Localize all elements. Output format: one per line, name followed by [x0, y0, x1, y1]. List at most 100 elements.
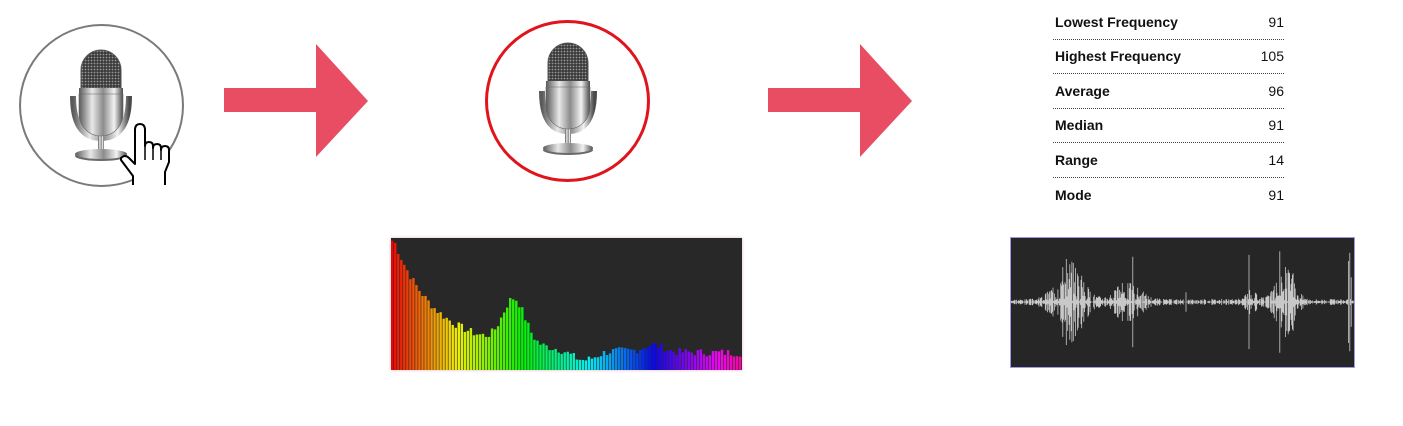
spectrum-bar: [406, 270, 409, 370]
spectrum-bar: [614, 348, 618, 370]
spectrum-bar: [397, 254, 400, 370]
spectrum-bar: [424, 295, 427, 370]
stat-label: Range: [1055, 151, 1098, 168]
stat-value: 96: [1268, 82, 1284, 99]
spectrum-bar: [732, 356, 736, 370]
spectrum-bar: [518, 307, 521, 370]
spectrum-bar: [639, 349, 642, 370]
frequency-stats-table: Lowest Frequency 91 Highest Frequency 10…: [1053, 5, 1284, 212]
spectrum-bar: [466, 330, 470, 370]
spectrum-bar: [475, 334, 479, 370]
spectrum-bar: [617, 347, 621, 370]
spectrum-bar: [427, 300, 430, 370]
spectrum-bar: [457, 322, 460, 370]
spectrum-bar: [636, 353, 639, 370]
microphone-icon: [539, 42, 597, 155]
spectrum-bar: [623, 348, 627, 370]
frequency-spectrum: [391, 238, 742, 370]
stat-row-mode: Mode 91: [1053, 178, 1284, 213]
recording-indicator[interactable]: [485, 20, 650, 182]
spectrum-bar: [551, 350, 554, 370]
spectrum-bar: [505, 307, 509, 370]
spectrum-bar: [415, 285, 418, 370]
spectrum-bar: [596, 357, 600, 370]
spectrum-bar: [509, 298, 512, 370]
spectrum-bar: [463, 332, 467, 370]
spectrum-bar: [472, 335, 476, 370]
spectrum-bar: [735, 356, 739, 370]
spectrum-bar: [533, 339, 536, 370]
spectrum-bar: [454, 327, 457, 370]
spectrum-bar: [723, 354, 727, 370]
spectrum-bar: [527, 322, 530, 370]
spectrum-bar: [502, 312, 506, 370]
spectrum-bar: [412, 278, 415, 370]
spectrum-bar: [705, 356, 709, 370]
spectrum-bar: [487, 336, 491, 370]
spectrum-bar: [590, 358, 594, 370]
waveform-path: [1010, 251, 1355, 353]
spectrum-bar: [657, 347, 660, 370]
spectrum-bar: [566, 351, 569, 370]
stat-value: 91: [1268, 186, 1284, 203]
spectrum-bar: [421, 296, 424, 370]
spectrum-bar: [663, 352, 666, 370]
spectrum-bar: [439, 312, 442, 370]
stat-row-lowest-frequency: Lowest Frequency 91: [1053, 5, 1284, 40]
spectrum-bar: [433, 308, 436, 370]
spectrum-bars: [391, 240, 742, 370]
spectrum-bar: [581, 359, 585, 370]
spectrum-bar: [451, 324, 454, 370]
stat-value: 91: [1268, 13, 1284, 30]
stat-label: Lowest Frequency: [1055, 13, 1178, 30]
spectrum-bar: [717, 351, 721, 370]
stat-value: 91: [1268, 117, 1284, 134]
spectrum-bar: [630, 349, 633, 370]
stat-label: Mode: [1055, 186, 1092, 203]
spectrum-bar: [699, 349, 703, 370]
spectrum-bar: [642, 348, 645, 370]
stat-row-highest-frequency: Highest Frequency 105: [1053, 40, 1284, 74]
spectrum-bar: [484, 336, 488, 370]
spectrum-bar: [711, 350, 715, 370]
spectrum-bar: [633, 349, 636, 370]
stat-label: Highest Frequency: [1055, 48, 1182, 65]
spectrum-bar: [729, 355, 733, 370]
spectrum-bar: [684, 349, 687, 370]
spectrum-bar: [530, 332, 533, 370]
hand-cursor-icon: [120, 123, 170, 185]
spectrum-bar: [554, 348, 557, 370]
spectrum-bar: [524, 320, 527, 370]
spectrum-bar: [445, 317, 448, 370]
spectrum-bar: [660, 343, 663, 370]
arrow-right-icon: [768, 44, 912, 157]
spectrum-bar: [521, 307, 524, 370]
spectrum-bar: [620, 347, 624, 370]
record-button[interactable]: [19, 24, 184, 187]
stat-value: 14: [1268, 151, 1284, 168]
spectrum-bar: [702, 354, 706, 370]
spectrum-bar: [593, 357, 597, 370]
spectrum-bar: [536, 340, 539, 370]
spectrum-bar: [409, 279, 412, 370]
spectrum-bar: [720, 349, 724, 370]
spectrum-bar: [608, 353, 612, 370]
spectrum-bar: [666, 350, 669, 370]
spectrum-bar: [490, 328, 494, 370]
spectrum-bar: [563, 352, 566, 370]
spectrum-bar: [690, 352, 693, 370]
stat-row-range: Range 14: [1053, 143, 1284, 178]
spectrum-bar: [403, 264, 406, 370]
spectrum-bar: [708, 355, 712, 370]
spectrum-bar: [469, 328, 473, 370]
spectrum-bar: [545, 345, 548, 370]
spectrum-bar: [675, 354, 678, 370]
spectrum-bar: [602, 351, 606, 370]
spectrum-bar: [572, 352, 575, 370]
spectrum-bar: [436, 313, 439, 370]
spectrum-bar: [512, 299, 515, 370]
spectrum-bar: [542, 343, 545, 370]
spectrum-bar: [611, 349, 615, 370]
spectrum-bar: [678, 348, 681, 370]
spectrum-bar: [681, 352, 684, 370]
